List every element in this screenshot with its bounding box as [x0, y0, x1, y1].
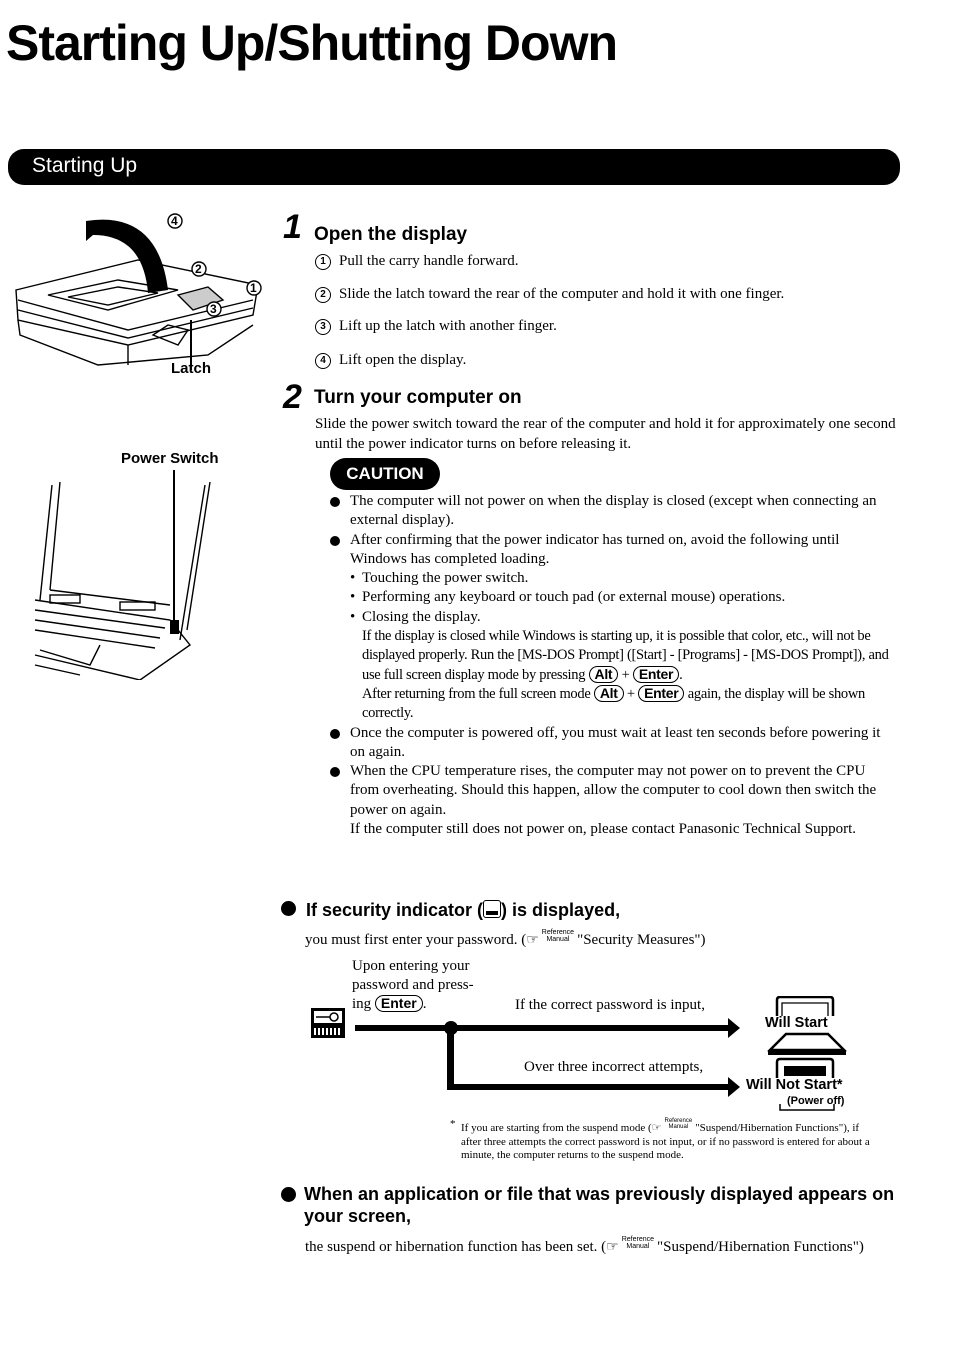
latch-label: Latch: [171, 360, 212, 377]
enter-key: Enter: [638, 684, 685, 702]
footnote-text: If you are starting from the suspend mod…: [461, 1118, 870, 1161]
correct-password-label: If the correct password is input,: [515, 997, 705, 1013]
security-indicator-icon: [483, 900, 502, 918]
reference-manual-icon: Reference Manual: [621, 1236, 655, 1250]
pointing-hand-icon: ☞: [606, 1240, 619, 1255]
resume-body: the suspend or hibernation function has …: [305, 1236, 864, 1255]
step-2-number: 2: [283, 378, 302, 416]
incorrect-path-line: [447, 1084, 732, 1090]
section-header-bar: Starting Up: [8, 149, 900, 185]
open-display-illustration: 4 2 1 3: [15, 213, 262, 370]
resume-heading: When an application or file that was pre…: [281, 1183, 911, 1227]
pointing-hand-icon: ☞: [651, 1122, 662, 1134]
caution-subitem: • Closing the display.: [350, 608, 481, 625]
caution-item-display-closed: The computer will not power on when the …: [330, 492, 890, 531]
caution-subitem: • Performing any keyboard or touch pad (o…: [350, 589, 786, 606]
correct-path-line: [355, 1025, 730, 1031]
laptop-screen-off-icon: [775, 1057, 835, 1078]
will-start-label: Will Start: [765, 1015, 828, 1031]
pointing-hand-icon: ☞: [526, 933, 539, 948]
incorrect-path-arrowhead: [728, 1077, 740, 1097]
callout-4: 4: [171, 214, 178, 228]
caution-list: The computer will not power on when the …: [330, 492, 890, 839]
incorrect-path-vertical: [447, 1028, 454, 1090]
step-1-title: Open the display: [314, 224, 468, 245]
caution-item-contact-support: If the computer still does not power on,…: [350, 821, 857, 838]
correct-path-arrowhead: [728, 1018, 740, 1038]
section-title: Starting Up: [32, 154, 138, 177]
caution-note-return: After returning from the full screen mod…: [362, 684, 866, 722]
circled-number-2: 2: [315, 287, 331, 303]
caution-item-cpu-temperature: When the CPU temperature rises, the comp…: [330, 762, 890, 820]
step-2-title: Turn your computer on: [314, 387, 522, 408]
callout-3: 3: [210, 302, 217, 316]
circled-number-4: 4: [315, 353, 331, 369]
caution-badge: CAUTION: [330, 458, 440, 490]
circled-number-3: 3: [315, 319, 331, 335]
footnote-star: *: [450, 1118, 456, 1130]
security-heading: If security indicator () is displayed,: [281, 900, 620, 921]
security-key-icon: [311, 1008, 345, 1038]
alt-key: Alt: [588, 665, 619, 683]
incorrect-attempts-label: Over three incorrect attempts,: [524, 1059, 704, 1075]
security-body: you must first enter your password. (☞Re…: [305, 929, 706, 948]
callout-2: 2: [195, 262, 202, 276]
reference-manual-icon: Reference Manual: [541, 929, 575, 943]
power-off-label: (Power off): [787, 1095, 845, 1107]
step-1-item-4: 4 Lift open the display.: [315, 351, 466, 371]
power-switch-illustration: [34, 470, 211, 680]
power-switch-label: Power Switch: [121, 450, 219, 467]
enter-key: Enter: [632, 665, 680, 683]
callout-1: 1: [250, 281, 257, 295]
step-1-item-1: 1 Pull the carry handle forward.: [315, 252, 519, 272]
alt-key: Alt: [593, 684, 624, 702]
bullet-icon: [281, 901, 296, 916]
page-title: Starting Up/Shutting Down: [6, 15, 618, 71]
step-2-body: Slide the power switch toward the rear o…: [315, 416, 896, 452]
step-1-item-2: 2 Slide the latch toward the rear of the …: [315, 285, 784, 305]
caution-note-display-closed: If the display is closed while Windows i…: [362, 628, 889, 683]
will-not-start-label: Will Not Start*: [746, 1077, 843, 1093]
circled-number-1: 1: [315, 254, 331, 270]
step-1-item-3: 3 Lift up the latch with another finger.: [315, 317, 557, 337]
reference-manual-icon: Reference Manual: [664, 1118, 693, 1130]
bullet-icon: [281, 1187, 296, 1202]
caution-item-avoid-while-loading: After confirming that the power indicato…: [330, 531, 890, 570]
step-1-number: 1: [283, 208, 302, 246]
caution-item-wait-ten-seconds: Once the computer is powered off, you mu…: [330, 724, 890, 763]
caution-subitem: • Touching the power switch.: [350, 570, 529, 587]
